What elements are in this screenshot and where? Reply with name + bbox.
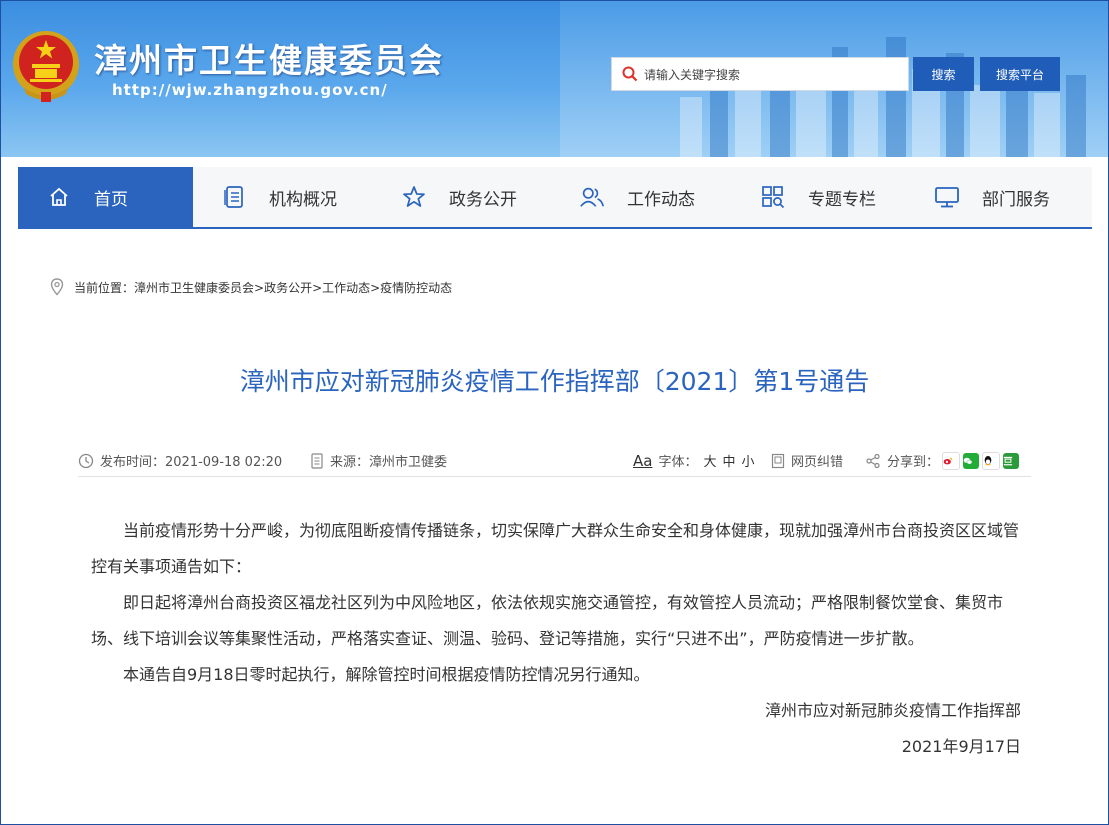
- font-size-icon: Aa: [633, 451, 653, 470]
- star-icon: [401, 184, 427, 210]
- font-size-medium[interactable]: 中: [722, 451, 735, 470]
- nav-item-work-news[interactable]: 工作动态: [579, 167, 695, 227]
- article-paragraph: 当前疫情形势十分严峻，为彻底阻断疫情传播链条，切实保障广大群众生命安全和身体健康…: [91, 521, 1020, 576]
- share-bar: 分享到：: [865, 451, 1020, 470]
- grid-search-icon: [760, 184, 786, 210]
- nav-item-government-affairs[interactable]: 政务公开: [401, 167, 517, 227]
- article-date: 2021年9月17日: [901, 737, 1021, 756]
- search-platform-button[interactable]: 搜索平台: [980, 57, 1060, 91]
- nav-item-label: 专题专栏: [808, 189, 876, 210]
- document-list-icon: [221, 184, 247, 210]
- national-emblem-icon: [13, 31, 79, 102]
- qq-share-icon[interactable]: [982, 451, 1001, 470]
- article-source: 来源：漳州市卫健委: [310, 451, 447, 470]
- publish-time: 发布时间：2021-09-18 02:20: [78, 451, 282, 470]
- douban-share-icon[interactable]: [1003, 452, 1020, 469]
- share-icon: [866, 453, 880, 468]
- monitor-icon: [934, 184, 960, 210]
- breadcrumb: 当前位置： 漳州市卫生健康委员会>政务公开>工作动态>疫情防控动态: [50, 278, 452, 296]
- nav-item-label: 机构概况: [269, 189, 337, 210]
- nav-item-department-services[interactable]: 部门服务: [934, 167, 1050, 227]
- article-meta-bar: 发布时间：2021-09-18 02:20 来源：漳州市卫健委 Aa 字体： 大…: [78, 446, 1031, 477]
- users-icon: [579, 184, 605, 210]
- wechat-share-icon[interactable]: [963, 452, 980, 469]
- nav-item-organization[interactable]: 机构概况: [221, 167, 337, 227]
- breadcrumb-prefix: 当前位置：: [74, 280, 135, 295]
- breadcrumb-path[interactable]: 漳州市卫生健康委员会>政务公开>工作动态>疫情防控动态: [134, 279, 452, 296]
- search-input[interactable]: [642, 64, 906, 86]
- article-paragraph: 即日起将漳州台商投资区福龙社区列为中风险地区，依法依规实施交通管控，有效管控人员…: [91, 593, 1004, 648]
- nav-item-label: 政务公开: [449, 189, 517, 210]
- site-header: 漳州市卫生健康委员会 http://wjw.zhangzhou.gov.cn/ …: [0, 0, 1109, 157]
- main-nav: 首页 机构概况 政务公开 工作动态 专题专栏 部门服务: [18, 167, 1092, 229]
- font-size-large[interactable]: 大: [703, 451, 716, 470]
- article-title: 漳州市应对新冠肺炎疫情工作指挥部〔2021〕第1号通告: [239, 367, 870, 396]
- nav-item-label: 工作动态: [627, 189, 695, 210]
- clock-icon: [78, 453, 94, 468]
- article-body: 当前疫情形势十分严峻，为彻底阻断疫情传播链条，切实保障广大群众生命安全和身体健康…: [91, 513, 1026, 765]
- page-correction-link[interactable]: 网页纠错: [771, 451, 843, 470]
- search-button[interactable]: 搜索: [913, 57, 974, 91]
- article-signature: 漳州市应对新冠肺炎疫情工作指挥部: [764, 701, 1021, 720]
- document-icon: [311, 452, 323, 469]
- weibo-share-icon[interactable]: [942, 451, 961, 470]
- search-box[interactable]: [611, 57, 909, 91]
- search-icon: [622, 66, 638, 82]
- nav-item-special-topics[interactable]: 专题专栏: [760, 167, 876, 227]
- home-icon: [46, 184, 72, 210]
- location-pin-icon: [50, 278, 64, 296]
- correction-icon: [771, 453, 785, 468]
- site-title: 漳州市卫生健康委员会: [94, 41, 444, 80]
- nav-item-home[interactable]: 首页: [18, 167, 193, 227]
- article-paragraph: 本通告自9月18日零时起执行，解除管控时间根据疫情防控情况另行通知。: [123, 665, 650, 684]
- font-size-control: Aa 字体： 大 中 小: [633, 451, 755, 471]
- nav-item-label: 部门服务: [982, 189, 1050, 210]
- font-size-small[interactable]: 小: [742, 451, 755, 470]
- site-url: http://wjw.zhangzhou.gov.cn/: [112, 81, 388, 99]
- nav-item-label: 首页: [94, 189, 128, 210]
